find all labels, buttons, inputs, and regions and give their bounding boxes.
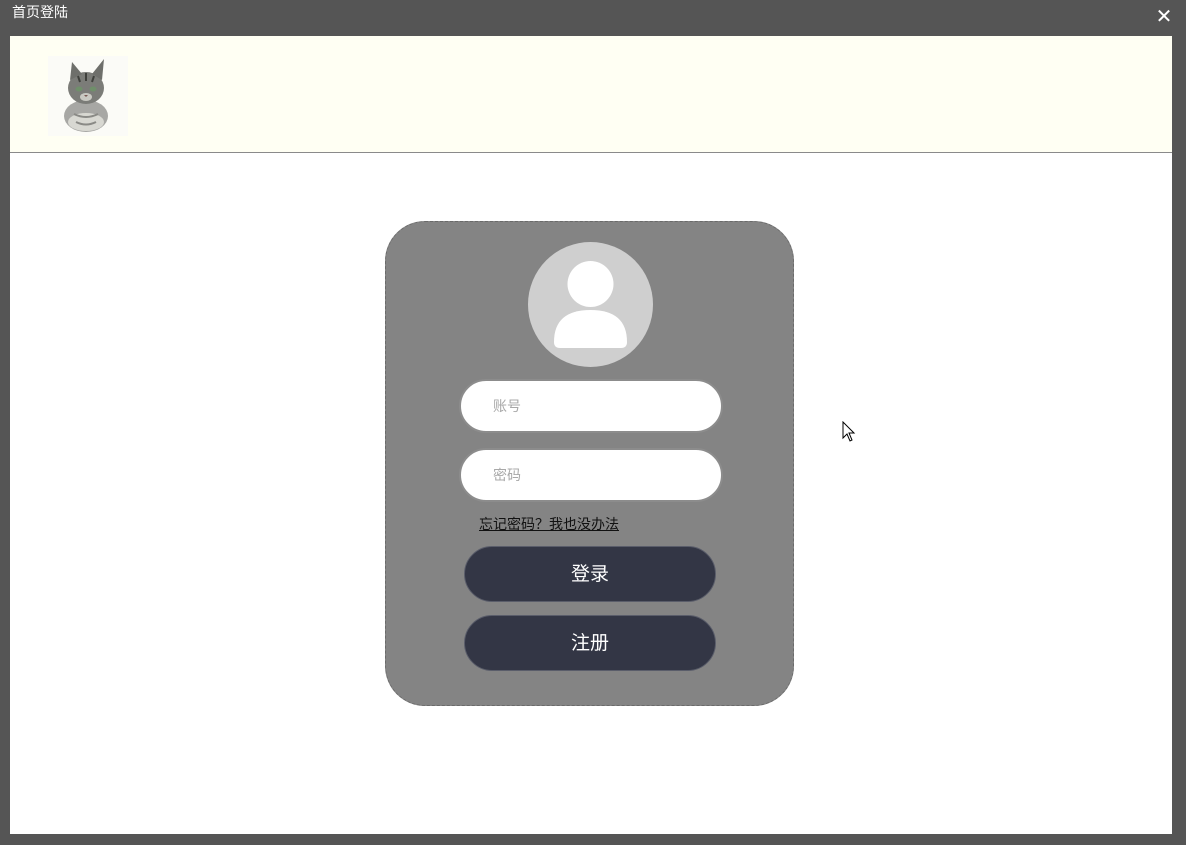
window-title: 首页登陆 bbox=[12, 5, 68, 21]
password-input[interactable] bbox=[491, 463, 695, 489]
user-avatar-icon bbox=[528, 242, 653, 367]
forgot-password-link[interactable]: 忘记密码？我也没办法 bbox=[479, 517, 619, 533]
account-field[interactable] bbox=[459, 379, 723, 433]
title-bar[interactable]: 首页登陆 ✕ bbox=[0, 0, 1186, 34]
cat-photo-icon bbox=[48, 56, 128, 136]
password-field[interactable] bbox=[459, 448, 723, 502]
page-header bbox=[10, 36, 1172, 153]
close-button[interactable]: ✕ bbox=[1154, 6, 1174, 26]
app-window: 首页登陆 ✕ 账号 忘记密码？我也没办法 登录 注册 bbox=[0, 0, 1186, 845]
login-button[interactable]: 登录 bbox=[464, 546, 716, 602]
login-card: 忘记密码？我也没办法 登录 注册 bbox=[385, 221, 794, 706]
mouse-cursor-icon bbox=[842, 420, 856, 443]
window-content: 忘记密码？我也没办法 登录 注册 bbox=[10, 36, 1172, 834]
account-input[interactable] bbox=[491, 394, 695, 420]
register-button[interactable]: 注册 bbox=[464, 615, 716, 671]
